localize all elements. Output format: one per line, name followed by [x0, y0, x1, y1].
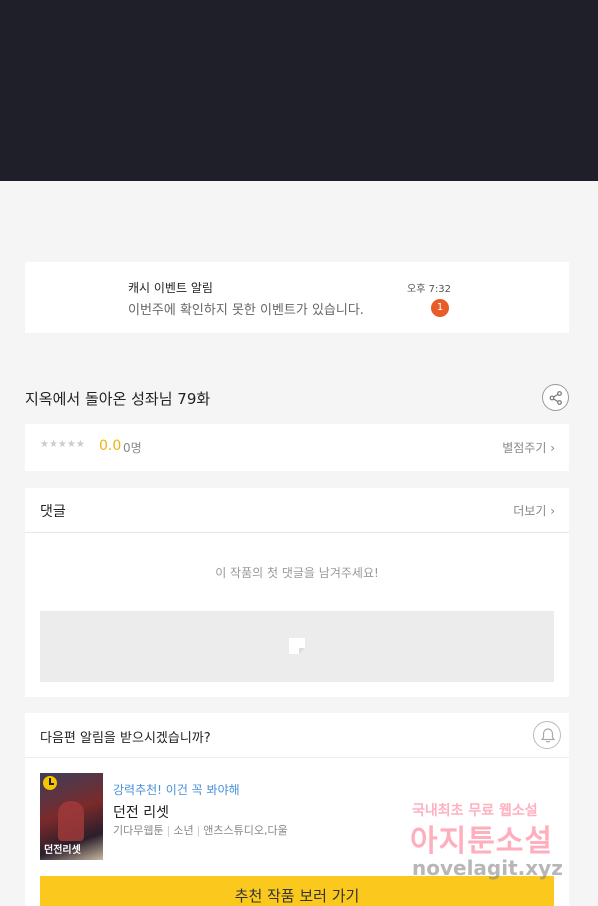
divider — [25, 757, 569, 758]
star-rating-icons: ★★★★★ — [40, 439, 85, 450]
comments-title: 댓글 — [40, 504, 66, 520]
comments-empty-message: 이 작품의 첫 댓글을 남겨주세요! — [215, 566, 379, 580]
comments-section: 댓글 더보기 › 이 작품의 첫 댓글을 남겨주세요! — [25, 488, 569, 697]
recommend-thumbnail[interactable]: 던전리셋 — [40, 773, 103, 860]
watermark: 국내최초 무료 웹소설 아지툰소설 novelagit.xyz — [410, 800, 580, 890]
comments-header: 댓글 더보기 › — [25, 488, 569, 533]
comment-input-box[interactable] — [40, 611, 554, 682]
episode-title: 지옥에서 돌아온 성좌님 79화 — [25, 390, 211, 408]
rating-bar: ★★★★★ 0.0 0명 별점주기 › — [25, 424, 569, 471]
thumbnail-caption: 던전리셋 — [44, 845, 81, 856]
viewer-top-area — [0, 0, 598, 181]
notification-title: 캐시 이벤트 알림 — [128, 281, 213, 295]
thumbnail-art — [58, 801, 84, 841]
recommend-tag: 강력추천! 이건 꼭 봐야해 — [113, 783, 240, 797]
meta-genre-type: 기다무웹툰 — [113, 824, 164, 837]
share-button[interactable] — [542, 384, 569, 411]
rate-button[interactable]: 별점주기 › — [502, 439, 555, 456]
watermark-line3: novelagit.xyz — [412, 856, 563, 880]
recommend-meta: 기다무웹툰 | 소년 | 앤츠스튜디오,다울 — [113, 824, 288, 837]
comments-more-link[interactable]: 더보기 › — [513, 502, 555, 519]
meta-category: 소년 — [173, 824, 194, 837]
meta-author: 앤츠스튜디오,다울 — [203, 824, 288, 837]
recommend-title[interactable]: 던전 리셋 — [113, 802, 169, 822]
pencil-icon — [289, 638, 305, 654]
notification-badge: 1 — [431, 299, 449, 317]
cash-event-notification[interactable]: 캐시 이벤트 알림 이번주에 확인하지 못한 이벤트가 있습니다. 오후 7:3… — [25, 262, 569, 333]
share-icon — [549, 391, 562, 405]
next-alert-question: 다음편 알림을 받으시겠습니까? — [40, 731, 211, 746]
rating-count: 0명 — [123, 441, 142, 455]
notification-time: 오후 7:32 — [407, 284, 452, 295]
watermark-line2: 아지툰소설 — [410, 824, 553, 859]
rating-score: 0.0 — [99, 438, 122, 454]
bell-icon — [540, 728, 556, 743]
notification-message: 이번주에 확인하지 못한 이벤트가 있습니다. — [128, 303, 364, 318]
clock-icon — [43, 776, 57, 790]
alert-bell-button[interactable] — [533, 721, 561, 749]
